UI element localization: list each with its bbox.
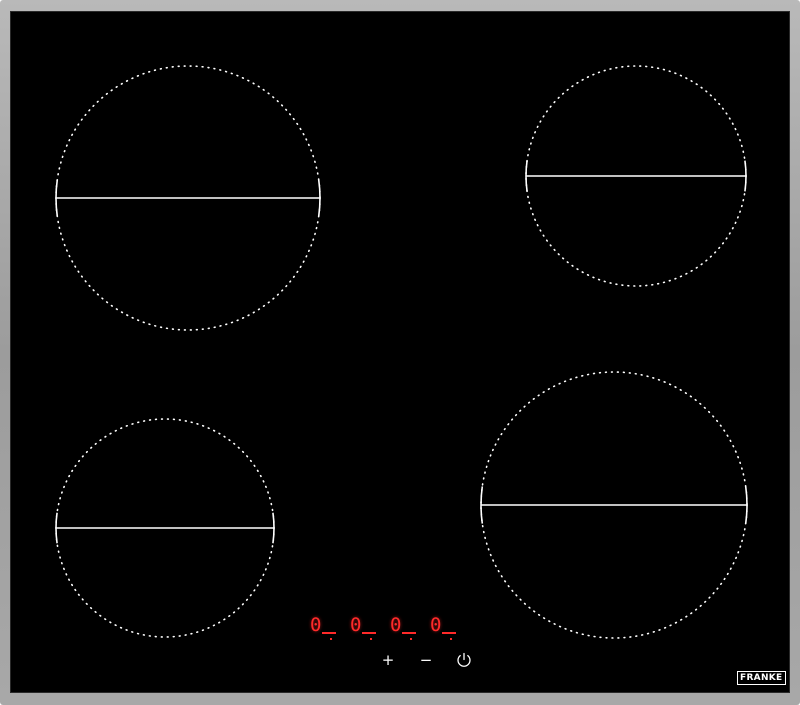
zone-4-level: 0 — [428, 615, 458, 640]
power-button[interactable] — [454, 650, 474, 670]
cooking-zone-front-left-large — [55, 65, 321, 331]
power-icon — [457, 652, 471, 667]
zone-1-level: 0 — [308, 615, 338, 640]
zone-3-level: 0 — [388, 615, 418, 640]
zone-2-level: 0 — [348, 615, 378, 640]
zone-display: 0 0 0 0 — [308, 615, 458, 640]
cooking-zone-front-right-large — [480, 371, 748, 639]
cooking-zone-back-right — [525, 65, 747, 287]
touch-controls: + − — [378, 650, 478, 670]
franke-logo: FRANKE — [737, 671, 786, 685]
cooking-zone-front-left-small — [55, 418, 275, 638]
minus-button[interactable]: − — [416, 650, 436, 670]
cooking-zones — [55, 65, 748, 639]
plus-button[interactable]: + — [378, 650, 398, 670]
